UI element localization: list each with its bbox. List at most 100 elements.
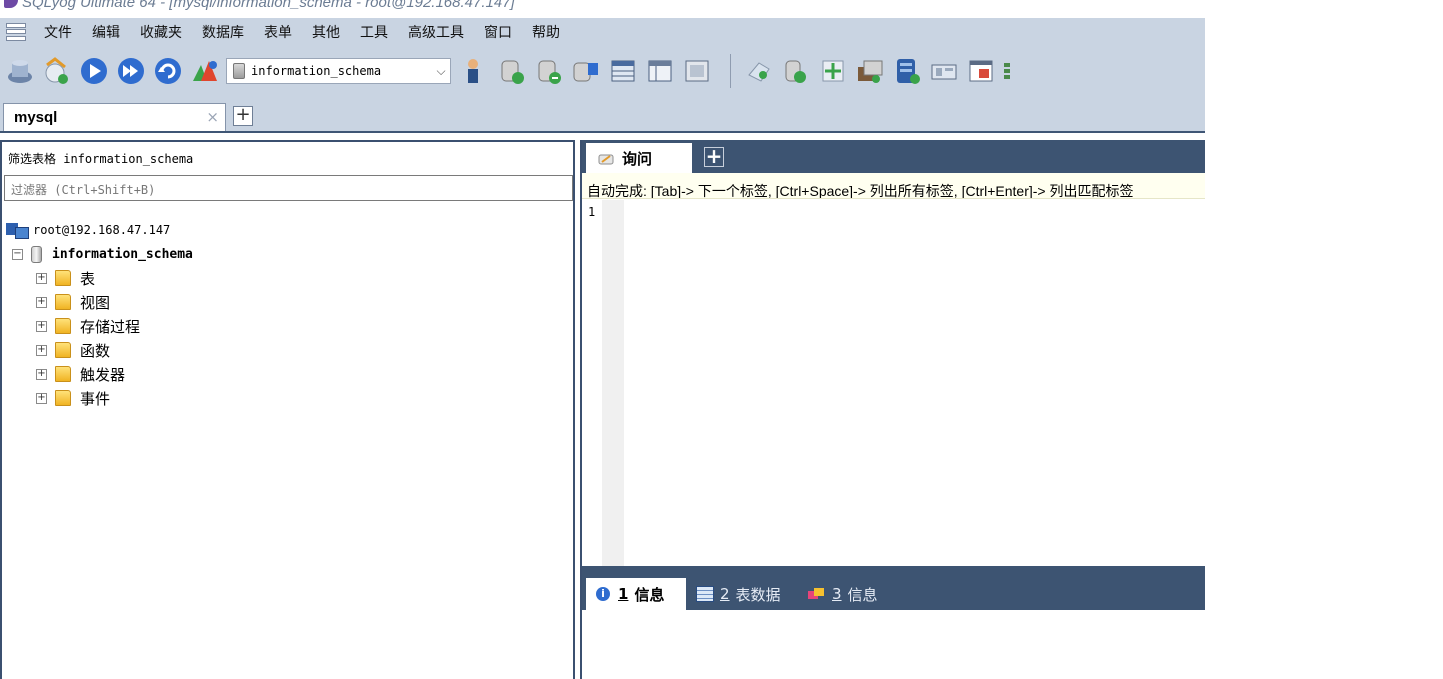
object-tree: root@192.168.47.147 − information_schema… <box>6 218 193 410</box>
result-tab-label: 信息 <box>847 585 878 604</box>
expand-icon[interactable]: + <box>36 272 47 284</box>
window-title: SQLyog Ultimate 64 - [mysql/information_… <box>22 0 515 11</box>
folder-icon <box>55 318 71 334</box>
folder-icon <box>55 342 71 358</box>
folder-icon <box>55 270 71 286</box>
refresh-icon[interactable] <box>152 55 184 87</box>
tree-node-label: 触发器 <box>80 365 126 384</box>
expand-icon[interactable]: + <box>36 368 47 380</box>
result-area <box>582 610 1205 679</box>
tree-database-node[interactable]: − information_schema <box>6 242 193 266</box>
server-icon <box>6 223 29 239</box>
database-icon <box>233 63 245 79</box>
database-icon <box>31 245 42 263</box>
execute-all-icon[interactable] <box>115 55 147 87</box>
query-editor[interactable]: 1 <box>582 200 1205 566</box>
menu-favorites[interactable]: 收藏夹 <box>130 22 192 42</box>
tree-node-triggers[interactable]: + 触发器 <box>6 362 193 386</box>
result-tab-messages[interactable]: i 1 信息 <box>586 578 686 610</box>
folder-icon <box>55 390 71 406</box>
menu-window[interactable]: 窗口 <box>474 22 522 42</box>
table-data-icon[interactable] <box>607 55 639 87</box>
connect-icon[interactable] <box>4 55 36 87</box>
editor-gutter: 1 <box>582 200 624 566</box>
fold-margin <box>602 200 624 566</box>
menu-tools[interactable]: 工具 <box>350 22 398 42</box>
schema-sync-icon[interactable] <box>743 55 775 87</box>
table-info-icon[interactable] <box>644 55 676 87</box>
stop-icon[interactable] <box>189 55 221 87</box>
expand-icon[interactable]: + <box>36 320 47 332</box>
backup-icon[interactable] <box>570 55 602 87</box>
menu-help[interactable]: 帮助 <box>522 22 570 42</box>
folder-icon <box>55 294 71 310</box>
result-tab-label: 表数据 <box>735 585 781 604</box>
menu-edit[interactable]: 编辑 <box>82 22 130 42</box>
tree-node-label: 函数 <box>80 341 111 360</box>
query-tab-bar: 询问 + <box>582 140 1205 173</box>
chevron-down-icon[interactable]: ⌵ <box>432 64 450 79</box>
export-icon[interactable] <box>854 55 886 87</box>
menu-other[interactable]: 其他 <box>302 22 350 42</box>
tree-node-label: 事件 <box>80 389 111 408</box>
result-tab-bar: i 1 信息 2 表数据 3 信息 <box>582 576 1205 610</box>
line-number: 1 <box>588 205 596 219</box>
toolbar-separator <box>730 54 731 88</box>
query-builder-icon[interactable] <box>965 55 997 87</box>
query-tab[interactable]: 询问 <box>586 143 692 173</box>
database-selector-value: information_schema <box>251 64 382 78</box>
schema-designer-icon[interactable] <box>928 55 960 87</box>
expand-icon[interactable]: + <box>36 392 47 404</box>
new-connection-icon[interactable] <box>41 55 73 87</box>
menu-bar: 文件 编辑 收藏夹 数据库 表单 其他 工具 高级工具 窗口 帮助 <box>0 18 1205 45</box>
tree-node-tables[interactable]: + 表 <box>6 266 193 290</box>
messages-icon <box>808 587 826 601</box>
tree-node-views[interactable]: + 视图 <box>6 290 193 314</box>
database-copy-icon[interactable] <box>891 55 923 87</box>
result-tab-info[interactable]: 3 信息 <box>808 578 878 610</box>
execute-query-icon[interactable] <box>78 55 110 87</box>
tree-node-procedures[interactable]: + 存储过程 <box>6 314 193 338</box>
server-label: root@192.168.47.147 <box>33 223 171 237</box>
filter-input[interactable]: 过滤器 (Ctrl+Shift+B) <box>4 175 573 201</box>
database-selector[interactable]: information_schema ⌵ <box>226 58 451 84</box>
close-icon[interactable]: × <box>206 108 219 126</box>
sqlyog-window: SQLyog Ultimate 64 - [mysql/information_… <box>0 0 1205 679</box>
create-table-icon[interactable] <box>533 55 565 87</box>
connection-tab-mysql[interactable]: mysql × <box>3 103 226 131</box>
filter-label: 筛选表格 information_schema <box>8 152 194 166</box>
toolbar: information_schema ⌵ <box>0 45 1205 97</box>
tree-node-events[interactable]: + 事件 <box>6 386 193 410</box>
data-sync-icon[interactable] <box>780 55 812 87</box>
database-label: information_schema <box>52 246 193 262</box>
autocomplete-hint: 自动完成: [Tab]-> 下一个标签, [Ctrl+Space]-> 列出所有… <box>582 173 1205 199</box>
title-bar: SQLyog Ultimate 64 - [mysql/information_… <box>0 0 1205 14</box>
query-tab-label: 询问 <box>622 150 653 168</box>
menu-database[interactable]: 数据库 <box>192 22 254 42</box>
folder-icon <box>55 366 71 382</box>
menu-advanced-tools[interactable]: 高级工具 <box>398 22 474 42</box>
result-tab-table-data[interactable]: 2 表数据 <box>696 578 781 610</box>
app-menu-icon[interactable] <box>6 22 26 41</box>
import-icon[interactable] <box>817 55 849 87</box>
editor-results-splitter[interactable] <box>582 566 1205 576</box>
expand-icon[interactable]: + <box>36 344 47 356</box>
history-icon[interactable] <box>681 55 713 87</box>
result-tab-number: 1 <box>618 585 629 603</box>
tree-server-node[interactable]: root@192.168.47.147 <box>6 218 193 242</box>
menu-table[interactable]: 表单 <box>254 22 302 42</box>
collapse-icon[interactable]: − <box>12 248 23 260</box>
tree-node-functions[interactable]: + 函数 <box>6 338 193 362</box>
result-tab-number: 2 <box>720 585 730 603</box>
query-panel: 询问 + 自动完成: [Tab]-> 下一个标签, [Ctrl+Space]->… <box>580 140 1205 679</box>
more-icon[interactable] <box>1002 55 1014 87</box>
new-query-tab-button[interactable]: + <box>704 146 724 167</box>
user-manager-icon[interactable] <box>459 55 491 87</box>
create-database-icon[interactable] <box>496 55 528 87</box>
object-browser: 筛选表格 information_schema 过滤器 (Ctrl+Shift+… <box>0 140 575 679</box>
new-connection-tab-button[interactable]: + <box>233 106 253 126</box>
expand-icon[interactable]: + <box>36 296 47 308</box>
connection-tab-label: mysql <box>14 109 58 126</box>
tree-node-label: 存储过程 <box>80 317 141 336</box>
menu-file[interactable]: 文件 <box>34 22 82 42</box>
